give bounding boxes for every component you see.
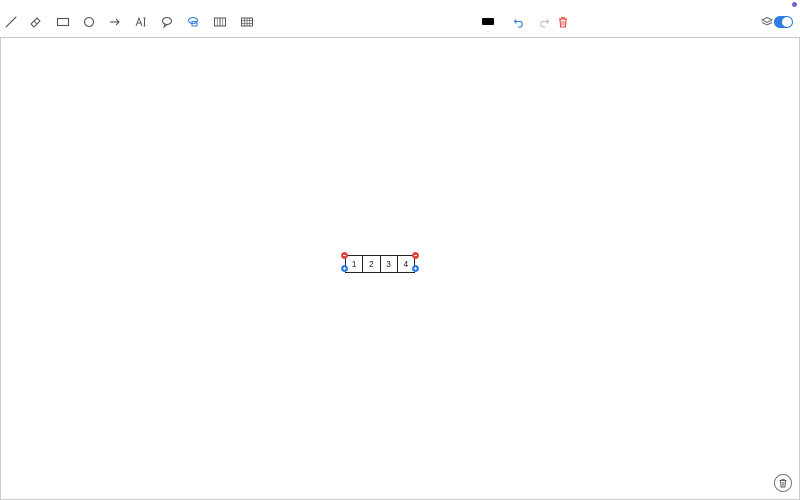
lasso-select-tool-button[interactable]: [184, 13, 202, 31]
status-dot: [792, 2, 797, 7]
rectangle-icon: [56, 17, 70, 27]
plus-icon: [414, 267, 417, 270]
minus-icon: [343, 255, 346, 256]
remove-column-left-button[interactable]: [341, 252, 348, 259]
pen-icon: [5, 16, 17, 28]
circle-tool-button[interactable]: [80, 13, 98, 31]
settings-toggle[interactable]: [774, 16, 793, 28]
trash-button[interactable]: [774, 474, 792, 492]
table-cell[interactable]: 1: [346, 256, 364, 272]
plus-icon: [343, 267, 346, 270]
rectangle-tool-button[interactable]: [54, 13, 72, 31]
columns-tool-button[interactable]: [211, 13, 229, 31]
redo-button[interactable]: [535, 13, 553, 31]
lasso-select-icon: [187, 16, 199, 27]
undo-icon: [513, 19, 523, 28]
add-row-right-button[interactable]: [412, 265, 419, 272]
table-cell[interactable]: 3: [381, 256, 398, 272]
toolbar: [0, 0, 800, 38]
speech-bubble-icon: [161, 16, 173, 29]
color-picker-swatch[interactable]: [482, 18, 494, 25]
toggle-knob: [782, 17, 792, 27]
layers-icon: [760, 16, 774, 26]
trash-icon: [779, 479, 787, 488]
arrow-right-icon: [110, 18, 120, 26]
table-cell[interactable]: 2: [363, 256, 381, 272]
text-cursor-icon: [135, 16, 146, 27]
pen-tool-button[interactable]: [2, 13, 20, 31]
speech-bubble-tool-button[interactable]: [158, 13, 176, 31]
table-row: 1 2 3 4: [345, 255, 415, 273]
undo-button[interactable]: [510, 13, 528, 31]
text-tool-button[interactable]: [132, 13, 150, 31]
table-tool-button[interactable]: [238, 13, 256, 31]
table-widget[interactable]: 1 2 3 4: [341, 252, 419, 273]
trash-icon: [559, 17, 567, 28]
drawing-canvas[interactable]: 1 2 3 4: [0, 38, 800, 500]
add-row-left-button[interactable]: [341, 265, 348, 272]
remove-column-right-button[interactable]: [412, 252, 419, 259]
delete-button[interactable]: [554, 13, 572, 31]
minus-icon: [414, 255, 417, 256]
table-grid-icon: [241, 17, 253, 27]
eraser-icon: [30, 17, 41, 28]
arrow-tool-button[interactable]: [106, 13, 124, 31]
columns-icon: [214, 17, 226, 27]
redo-icon: [540, 19, 550, 28]
eraser-tool-button[interactable]: [27, 13, 45, 31]
circle-icon: [83, 16, 95, 28]
drawing-app: 1 2 3 4: [0, 0, 800, 500]
